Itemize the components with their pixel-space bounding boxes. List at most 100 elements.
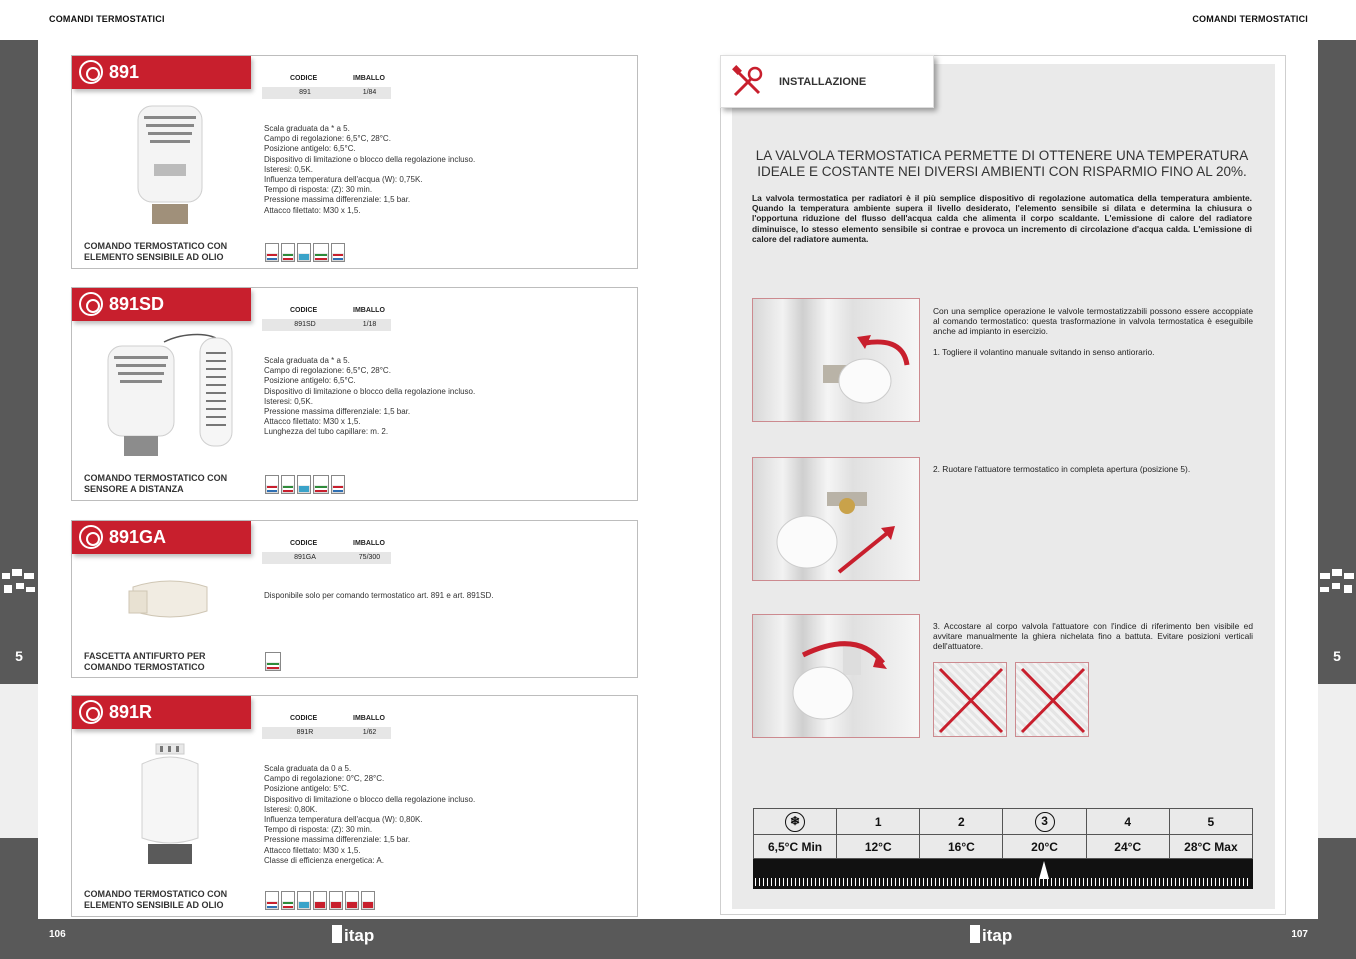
cross-icon	[938, 667, 1004, 734]
imballo-value: 1/18	[348, 319, 391, 331]
product-tag: 891SD	[72, 288, 251, 321]
section-number: 5	[1333, 648, 1341, 664]
svg-text:itap: itap	[344, 926, 374, 945]
product-card-891sd: 891SD CODICE IMBALLO 891SD 1/18 Scala gr…	[71, 287, 638, 501]
codice-value: 891	[262, 87, 348, 99]
tiles-icon	[1320, 569, 1354, 593]
snowflake-icon: ❄	[785, 811, 806, 832]
product-tag: 891	[72, 56, 251, 89]
step-3-image	[752, 614, 920, 738]
imballo-header: IMBALLO	[353, 75, 385, 82]
svg-text:itap: itap	[982, 926, 1012, 945]
cert-badge-icon	[331, 243, 345, 262]
step-1-image	[752, 298, 920, 422]
codice-value: 891R	[262, 727, 348, 739]
product-name: COMANDO TERMOSTATICO CON ELEMENTO SENSIB…	[84, 241, 228, 262]
cert-badge-icon	[331, 475, 345, 494]
cert-badge-icon	[313, 475, 329, 494]
cert-badge-icon	[297, 475, 311, 494]
header-left: COMANDI TERMOSTATICI	[49, 14, 165, 24]
scale-bar	[753, 859, 1253, 889]
codice-header: CODICE	[290, 715, 318, 722]
cert-badge-icon	[313, 891, 327, 910]
left-section-tab: 5	[0, 40, 38, 684]
certifications	[265, 475, 345, 494]
scale-snowflake: ❄	[752, 808, 838, 835]
product-name: COMANDO TERMOSTATICO CON ELEMENTO SENSIB…	[84, 889, 228, 910]
cert-badge-icon	[265, 243, 279, 262]
anti-theft-clamp-image	[128, 580, 208, 618]
cert-badge-icon	[361, 891, 375, 910]
product-specs: Scala graduata da 0 a 5. Campo di regola…	[264, 764, 476, 865]
scale-position-selected: 3	[1002, 808, 1087, 835]
imballo-header: IMBALLO	[353, 715, 385, 722]
imballo-value: 1/62	[348, 727, 391, 739]
scale-position: 5	[1168, 808, 1254, 835]
product-name: FASCETTA ANTIFURTO PER COMANDO TERMOSTAT…	[84, 651, 206, 672]
thermostat-icon	[79, 525, 103, 549]
product-specs: Scala graduata da * a 5. Campo di regola…	[264, 356, 476, 437]
installation-tag: INSTALLAZIONE	[720, 55, 934, 108]
header-right: COMANDI TERMOSTATICI	[1192, 14, 1308, 24]
scale-pointer-icon	[1039, 861, 1049, 879]
thermostat-icon	[79, 700, 103, 724]
codice-value: 891GA	[262, 552, 348, 564]
scale-temp: 28°C Max	[1168, 834, 1254, 859]
scale-temp: 24°C	[1085, 834, 1170, 859]
cert-badge-icon	[313, 243, 329, 262]
right-section-tab: 5	[1318, 40, 1356, 684]
itap-logo: itap	[970, 925, 1012, 945]
cert-badge-icon	[281, 243, 295, 262]
cert-badge-icon	[281, 475, 295, 494]
scale-temp: 16°C	[919, 834, 1004, 859]
product-code: 891GA	[109, 527, 167, 547]
thermostat-icon	[79, 60, 103, 84]
product-code: 891R	[109, 702, 153, 722]
product-specs: Scala graduata da * a 5. Campo di regola…	[264, 124, 476, 215]
certifications	[265, 652, 281, 671]
codice-header: CODICE	[290, 307, 318, 314]
product-name: COMANDO TERMOSTATICO CON SENSORE A DISTA…	[84, 473, 228, 494]
remote-sensor-thermostat-image	[107, 333, 233, 456]
thermostat-head-image	[137, 105, 203, 224]
thermostat-head-image	[141, 743, 199, 864]
scale-position: 2	[919, 808, 1004, 835]
cross-icon	[1020, 667, 1086, 734]
page-number-left: 106	[49, 929, 66, 940]
codice-header: CODICE	[290, 540, 318, 547]
imballo-value: 75/300	[348, 552, 391, 564]
page-number-right: 107	[1291, 929, 1308, 940]
codice-value: 891SD	[262, 319, 348, 331]
wrong-position-image	[1015, 662, 1089, 737]
cert-badge-icon	[281, 891, 295, 910]
itap-logo: itap	[332, 925, 374, 945]
imballo-value: 1/84	[348, 87, 391, 99]
product-code: 891	[109, 62, 140, 82]
installation-headline: LA VALVOLA TERMOSTATICA PERMETTE DI OTTE…	[755, 148, 1249, 179]
step-2-image	[752, 457, 920, 581]
tiles-icon	[2, 569, 35, 593]
scale-ticks	[755, 878, 1251, 886]
scale-temp: 20°C	[1002, 834, 1087, 859]
cert-badge-icon	[265, 475, 279, 494]
product-tag: 891GA	[72, 521, 251, 554]
thermostat-icon	[79, 292, 103, 316]
codice-header: CODICE	[290, 75, 318, 82]
step-2-text: 2. Ruotare l'attuatore termostatico in c…	[933, 464, 1191, 474]
imballo-header: IMBALLO	[353, 307, 385, 314]
product-tag: 891R	[72, 696, 251, 729]
certifications	[265, 891, 375, 910]
step-1-text: 1. Togliere il volantino manuale svitand…	[933, 347, 1155, 357]
product-card-891r: 891R CODICE IMBALLO 891R 1/62 Scala grad…	[71, 695, 638, 917]
certifications	[265, 243, 345, 262]
product-specs: Disponibile solo per comando termostatic…	[264, 591, 494, 600]
scale-temp: 12°C	[836, 834, 921, 859]
installation-intro: La valvola termostatica per radiatori è …	[752, 193, 1252, 244]
cert-badge-icon	[265, 891, 279, 910]
cert-badge-icon	[329, 891, 343, 910]
scale-position: 1	[836, 808, 921, 835]
wrong-position-image	[933, 662, 1007, 737]
cert-badge-icon	[265, 652, 281, 671]
scale-temp: 6,5°C Min	[752, 834, 838, 859]
section-number: 5	[15, 648, 23, 664]
